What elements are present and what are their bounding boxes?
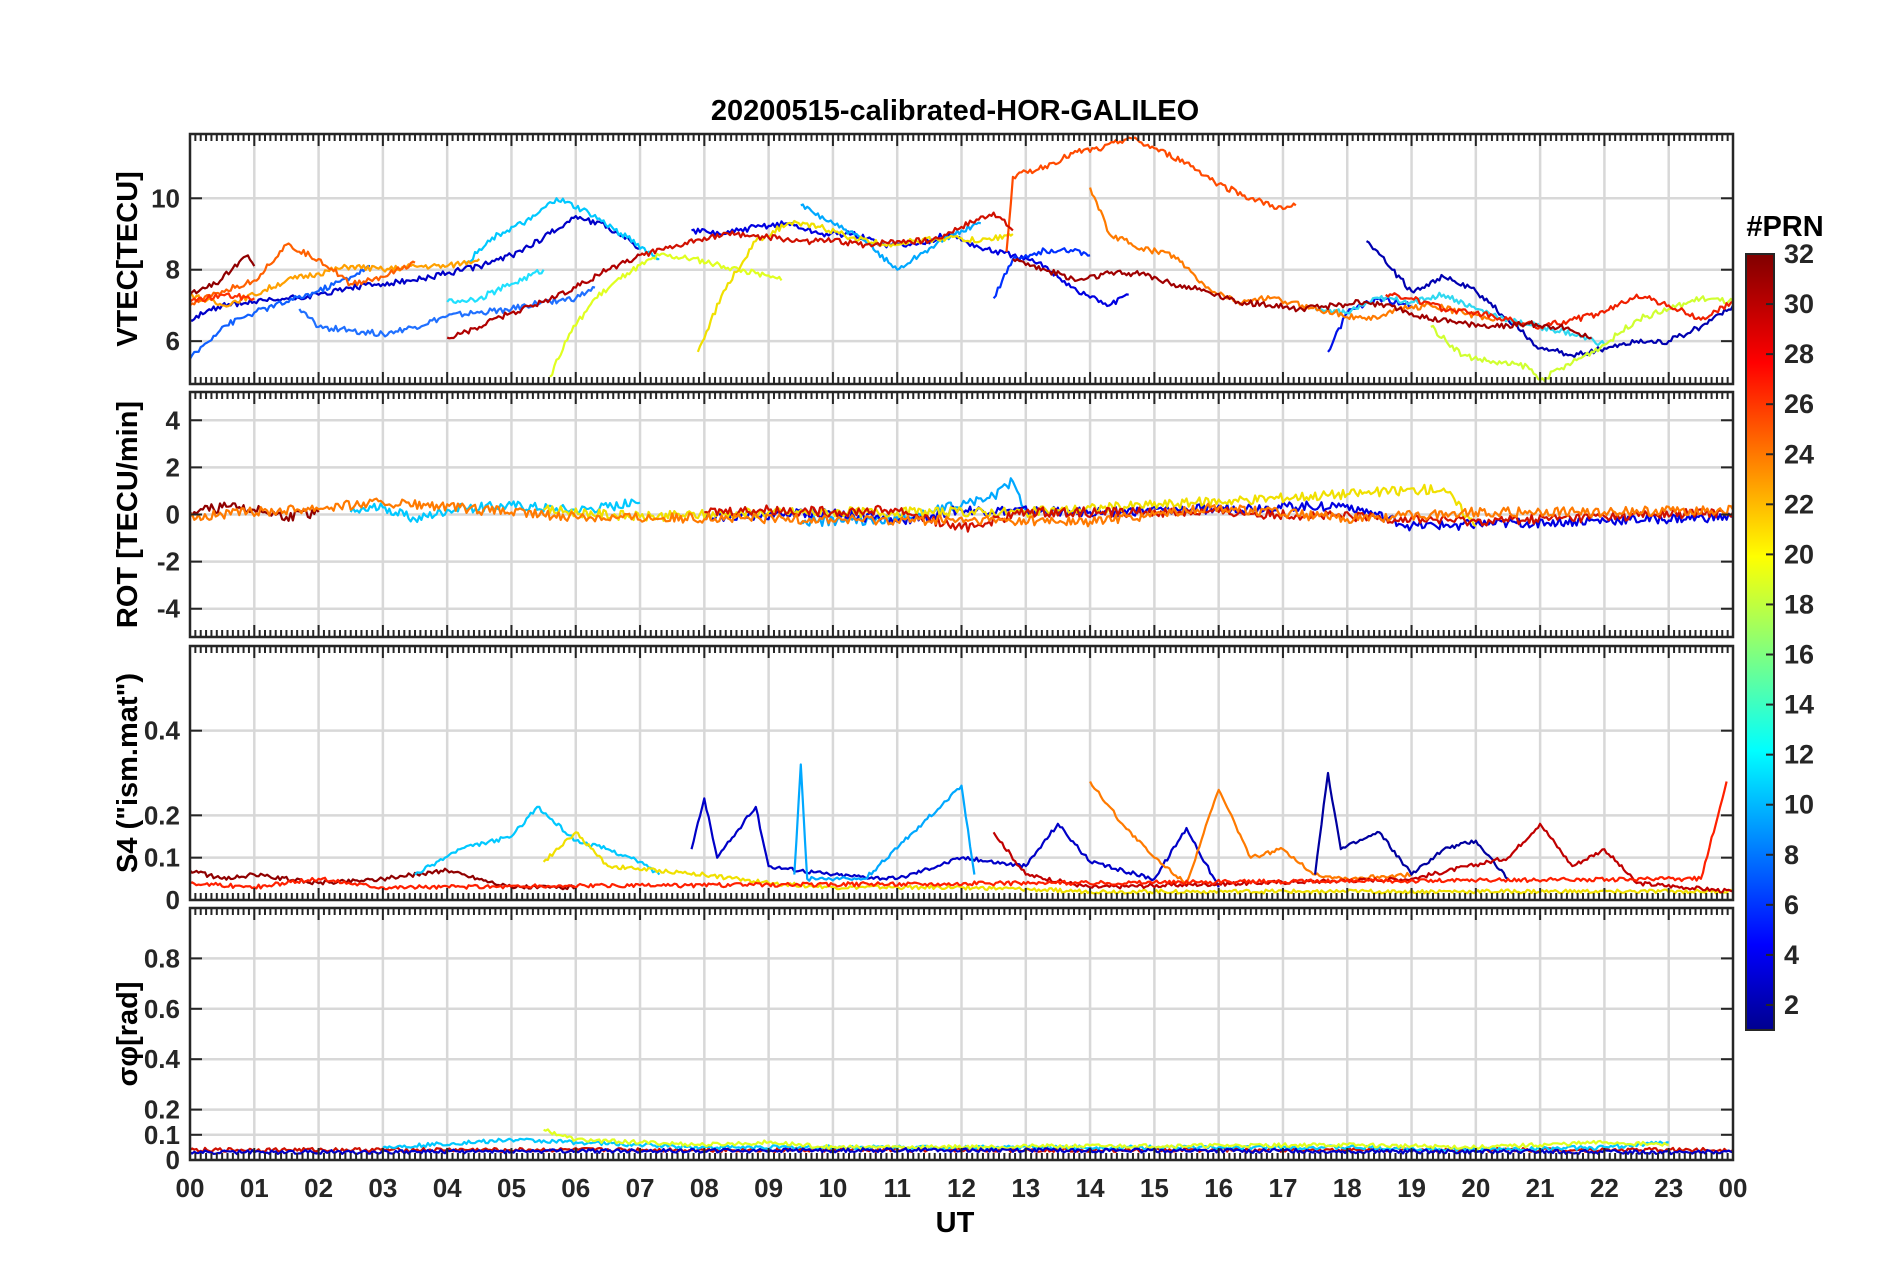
x-tick-label: 06 (561, 1173, 590, 1203)
y-tick-label: 0.8 (144, 943, 180, 973)
y-axis-label: ROT [TECU/min] (112, 401, 144, 628)
y-tick-label: 0 (166, 885, 180, 915)
x-tick-label: 03 (368, 1173, 397, 1203)
y-tick-label: 0 (166, 500, 180, 530)
y-tick-label: 8 (166, 255, 180, 285)
y-tick-label: 0.4 (144, 716, 181, 746)
x-tick-label: 15 (1140, 1173, 1169, 1203)
x-tick-label: 22 (1590, 1173, 1619, 1203)
series-prn-19 (549, 252, 783, 378)
colorbar-tick-label: 30 (1784, 289, 1814, 319)
y-tick-label: 4 (166, 405, 181, 435)
series-prn-6 (1327, 296, 1413, 353)
series-prn-13 (446, 269, 545, 304)
y-axis-label: VTEC[TECU] (112, 171, 144, 347)
series-prn-12 (465, 197, 660, 264)
x-tick-label: 02 (304, 1173, 333, 1203)
x-tick-labels: 00 01 02 03 04 05 06 07 08 09 10 11 12 13 14 15 16 17 18 19… (176, 1173, 1748, 1203)
x-tick-label: 23 (1654, 1173, 1683, 1203)
y-tick-label: -4 (157, 594, 181, 624)
series-prn-8 (190, 264, 371, 360)
y-axis-label: S4 ("ism.mat") (112, 673, 144, 873)
panel-rot: -4 -2 0 2 4 ROT [TECU/min] (112, 390, 1735, 639)
series-prn-4 (992, 247, 1091, 300)
x-tick-label: 08 (690, 1173, 719, 1203)
colorbar-tick-label: 26 (1784, 389, 1814, 419)
colorbar-tick-label: 28 (1784, 339, 1814, 369)
y-tick-label: 0.1 (144, 843, 180, 873)
colorbar-tick-label: 12 (1784, 740, 1814, 770)
colorbar-tick-label: 14 (1784, 690, 1814, 720)
chart-title: 20200515-calibrated-HOR-GALILEO (711, 95, 1199, 127)
series-prn-26 (1005, 136, 1297, 252)
series-prn-30 (446, 253, 641, 340)
x-tick-label: 00 (1719, 1173, 1748, 1203)
colorbar-tick-label: 20 (1784, 539, 1814, 569)
y-tick-label: 0.2 (144, 1095, 180, 1125)
x-tick-label: 00 (176, 1173, 205, 1203)
colorbar-tick-label: 18 (1784, 589, 1814, 619)
y-tick-label: 0.2 (144, 800, 180, 830)
colorbar-tick-label: 6 (1784, 890, 1799, 920)
x-tick-label: 05 (497, 1173, 526, 1203)
colorbar-tick-label: 4 (1784, 940, 1799, 970)
series-prn-20 (696, 219, 1014, 353)
x-tick-label: 13 (1011, 1173, 1040, 1203)
y-tick-label: 0.4 (144, 1044, 181, 1074)
colorbar-tick-label: 22 (1784, 489, 1814, 519)
colorbar-tick-label: 8 (1784, 840, 1799, 870)
x-tick-label: 10 (818, 1173, 847, 1203)
colorbar: #PRN 2468101214161820222426283032 (1745, 211, 1824, 1031)
series-prn-2 (190, 215, 641, 322)
y-axis-label: σφ[rad] (112, 981, 144, 1086)
y-tick-label: 0.6 (144, 994, 180, 1024)
series-prn-3 (690, 797, 1220, 888)
panels-group: 6810VTEC[TECU]-4-2024ROT [TECU/min]00.10… (112, 132, 1735, 1175)
colorbar-tick-label: 16 (1784, 640, 1814, 670)
y-tick-label: 6 (166, 326, 180, 356)
x-tick-label: 14 (1076, 1173, 1105, 1203)
y-tick-label: -2 (157, 547, 180, 577)
x-tick-label: 09 (754, 1173, 783, 1203)
series-prn-12 (414, 805, 661, 876)
panel-sigma: 00.10.20.40.60.8σφ[rad] (112, 906, 1735, 1175)
x-tick-label: 17 (1268, 1173, 1297, 1203)
x-tick-label: 11 (883, 1173, 911, 1203)
x-tick-label: 20 (1461, 1173, 1490, 1203)
x-tick-label: 12 (947, 1173, 976, 1203)
x-tick-label: 01 (240, 1173, 269, 1203)
panel-vtec: 6 8 10VTEC[TECU] (112, 132, 1735, 386)
series-prn-28 (1385, 292, 1733, 330)
y-tick-label: 2 (166, 452, 180, 482)
colorbar-tick-label: 2 (1784, 990, 1799, 1020)
series-prn-5 (1365, 240, 1733, 359)
colorbar-tick-label: 24 (1784, 439, 1814, 469)
x-tick-label: 04 (433, 1173, 462, 1203)
x-tick-label: 21 (1526, 1173, 1555, 1203)
x-tick-label: 16 (1204, 1173, 1233, 1203)
x-tick-label: 07 (626, 1173, 655, 1203)
chart-figure: 20200515-calibrated-HOR-GALILEO 6810VTEC… (112, 95, 1824, 1239)
x-axis-label: UT (936, 1207, 975, 1239)
colorbar-tick-label: 10 (1784, 790, 1814, 820)
x-tick-label: 19 (1397, 1173, 1426, 1203)
series-prn-20 (543, 1128, 1669, 1151)
series-prn-24 (1089, 781, 1413, 885)
colorbar-gradient (1745, 253, 1775, 1031)
x-tick-label: 18 (1333, 1173, 1362, 1203)
y-tick-label: 10 (151, 183, 180, 213)
series-prn-24 (1089, 187, 1496, 322)
colorbar-tick-label: 32 (1784, 239, 1814, 269)
panel-s4: 0 0.1 0.2 0.4S4 ("ism.mat") (112, 644, 1735, 915)
series-prn-31 (190, 254, 256, 296)
